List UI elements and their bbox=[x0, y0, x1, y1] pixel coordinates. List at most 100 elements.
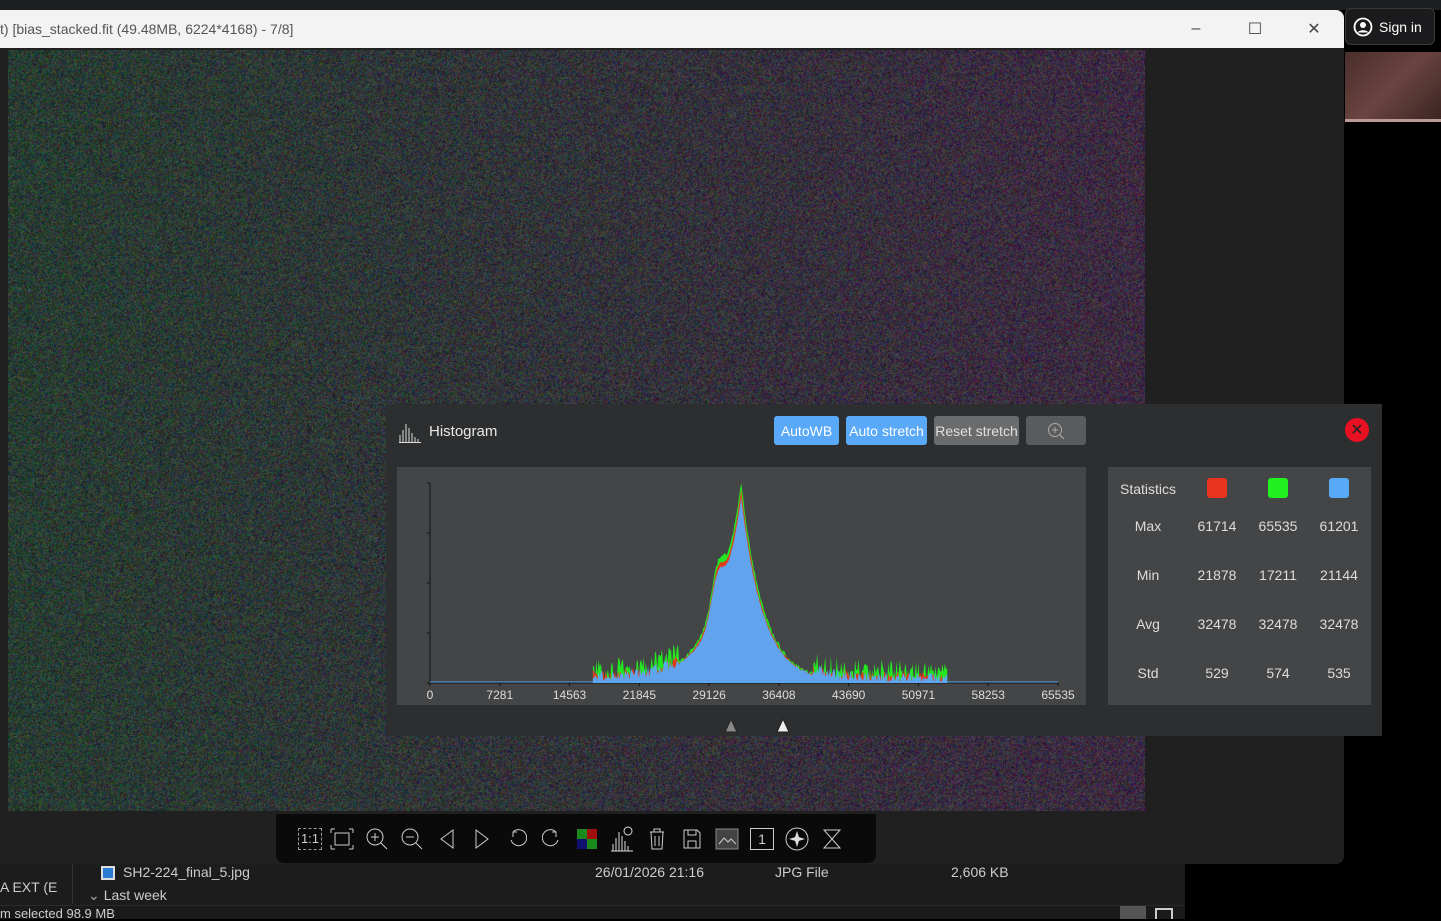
file-date: 26/01/2026 21:16 bbox=[595, 864, 704, 880]
stat-value-g: 17211 bbox=[1248, 567, 1308, 583]
auto-histogram-button[interactable] bbox=[607, 824, 637, 854]
red-channel-swatch bbox=[1207, 478, 1227, 498]
stat-value-b: 32478 bbox=[1309, 616, 1369, 632]
stat-value-b: 61201 bbox=[1309, 518, 1369, 534]
reset-stretch-button[interactable]: Reset stretch bbox=[934, 416, 1019, 445]
save-button[interactable] bbox=[677, 824, 707, 854]
previous-button[interactable] bbox=[432, 824, 462, 854]
close-histogram-button[interactable]: ✕ bbox=[1345, 418, 1369, 442]
sign-in-button[interactable]: Sign in bbox=[1345, 8, 1435, 45]
jpg-file-icon bbox=[100, 865, 116, 881]
crop-button[interactable] bbox=[817, 824, 847, 854]
x-tick-label: 58253 bbox=[972, 688, 1006, 702]
rotate-left-button[interactable] bbox=[502, 824, 532, 854]
rotate-left-icon bbox=[507, 828, 527, 850]
title-bar: t) [bias_stacked.fit (49.48MB, 6224*4168… bbox=[0, 10, 1344, 48]
maximize-button[interactable]: ☐ bbox=[1232, 10, 1278, 48]
zoom-in-button[interactable] bbox=[362, 824, 392, 854]
file-size: 2,606 KB bbox=[951, 864, 1009, 880]
stat-label: Max bbox=[1118, 518, 1178, 534]
stat-label: Std bbox=[1118, 665, 1178, 681]
x-tick-label: 21845 bbox=[623, 688, 657, 702]
rgb-channels-icon bbox=[577, 829, 597, 849]
autowb-button[interactable]: AutoWB bbox=[774, 416, 839, 445]
stat-value-r: 61714 bbox=[1187, 518, 1247, 534]
previous-icon bbox=[437, 828, 457, 850]
actual-size-button[interactable]: 1:1 bbox=[298, 828, 322, 850]
stat-value-r: 529 bbox=[1187, 665, 1247, 681]
histogram-panel: Histogram AutoWB Auto stretch Reset stre… bbox=[386, 404, 1382, 736]
background-thumbnail bbox=[1345, 52, 1441, 122]
histogram-title: Histogram bbox=[429, 423, 497, 440]
stat-value-g: 32478 bbox=[1248, 616, 1308, 632]
x-tick-label: 29126 bbox=[692, 688, 726, 702]
fit-icon bbox=[330, 828, 354, 850]
fit-window-button[interactable] bbox=[327, 824, 357, 854]
stat-value-g: 65535 bbox=[1248, 518, 1308, 534]
rotate-right-icon bbox=[542, 828, 562, 850]
window-title: t) [bias_stacked.fit (49.48MB, 6224*4168… bbox=[0, 21, 293, 37]
zoom-out-button[interactable] bbox=[397, 824, 427, 854]
blue-channel-swatch bbox=[1329, 478, 1349, 498]
stat-label: Avg bbox=[1118, 616, 1178, 632]
close-window-button[interactable]: ✕ bbox=[1291, 10, 1337, 48]
x-tick-label: 65535 bbox=[1041, 688, 1075, 702]
file-explorer-background: A EXT (E SH2-224_final_5.jpg 26/01/2026 … bbox=[0, 864, 1185, 919]
green-channel-swatch bbox=[1268, 478, 1288, 498]
stat-value-r: 21878 bbox=[1187, 567, 1247, 583]
x-tick-label: 7281 bbox=[486, 688, 513, 702]
x-tick-label: 14563 bbox=[553, 688, 587, 702]
star-icon bbox=[785, 827, 809, 851]
histogram-auto-icon bbox=[610, 826, 634, 852]
drive-label: A EXT (E bbox=[0, 879, 57, 895]
file-name[interactable]: SH2-224_final_5.jpg bbox=[123, 864, 250, 880]
image-icon bbox=[715, 828, 739, 850]
divider bbox=[72, 864, 73, 904]
minimize-button[interactable]: – bbox=[1173, 10, 1219, 48]
zoom-in-icon bbox=[1046, 421, 1066, 441]
sign-in-label: Sign in bbox=[1379, 19, 1422, 35]
rotate-right-button[interactable] bbox=[537, 824, 567, 854]
black-point-slider[interactable] bbox=[724, 718, 738, 734]
stat-value-r: 32478 bbox=[1187, 616, 1247, 632]
crop-icon bbox=[821, 828, 843, 850]
group-header[interactable]: ⌄ Last week bbox=[88, 887, 167, 904]
x-tick-label: 0 bbox=[427, 688, 434, 702]
stat-value-g: 574 bbox=[1248, 665, 1308, 681]
histogram-blue-channel bbox=[593, 498, 948, 683]
x-tick-label: 43690 bbox=[832, 688, 866, 702]
tiles-view-button[interactable] bbox=[1155, 908, 1173, 919]
next-icon bbox=[472, 828, 492, 850]
x-tick-label: 36408 bbox=[762, 688, 796, 702]
statistics-panel: Statistics Max 61714 65535 61201 Min 21878 172… bbox=[1108, 467, 1371, 705]
star-detect-button[interactable] bbox=[782, 824, 812, 854]
auto-stretch-button[interactable]: Auto stretch bbox=[846, 416, 927, 445]
viewer-toolbar: 1:1 1 bbox=[276, 814, 876, 863]
details-view-button[interactable] bbox=[1120, 906, 1146, 919]
x-tick-label: 50971 bbox=[902, 688, 936, 702]
top-strip bbox=[0, 0, 1441, 10]
single-frame-button[interactable]: 1 bbox=[747, 824, 777, 854]
frame-one-label: 1 bbox=[750, 828, 774, 850]
zoom-histogram-button[interactable] bbox=[1026, 416, 1086, 445]
stat-value-b: 21144 bbox=[1309, 567, 1369, 583]
file-type: JPG File bbox=[775, 864, 829, 880]
delete-button[interactable] bbox=[642, 824, 672, 854]
histogram-plot: 0 7281 14563 21845 29126 36408 43690 50971 58253… bbox=[397, 467, 1086, 705]
zoom-out-icon bbox=[400, 827, 424, 851]
user-icon bbox=[1353, 17, 1373, 37]
stat-label: Min bbox=[1118, 567, 1178, 583]
save-icon bbox=[682, 828, 702, 850]
stat-value-b: 535 bbox=[1309, 665, 1369, 681]
status-bar bbox=[0, 905, 1185, 919]
next-button[interactable] bbox=[467, 824, 497, 854]
histogram-chart: 0 7281 14563 21845 29126 36408 43690 50971 58253… bbox=[397, 467, 1086, 705]
image-info-button[interactable] bbox=[712, 824, 742, 854]
chevron-down-icon: ⌄ bbox=[88, 887, 100, 903]
statistics-header: Statistics bbox=[1108, 481, 1188, 497]
group-header-label: Last week bbox=[104, 887, 167, 903]
white-point-slider[interactable] bbox=[776, 718, 790, 734]
channels-button[interactable] bbox=[572, 824, 602, 854]
zoom-in-icon bbox=[365, 827, 389, 851]
histogram-icon bbox=[398, 421, 422, 443]
